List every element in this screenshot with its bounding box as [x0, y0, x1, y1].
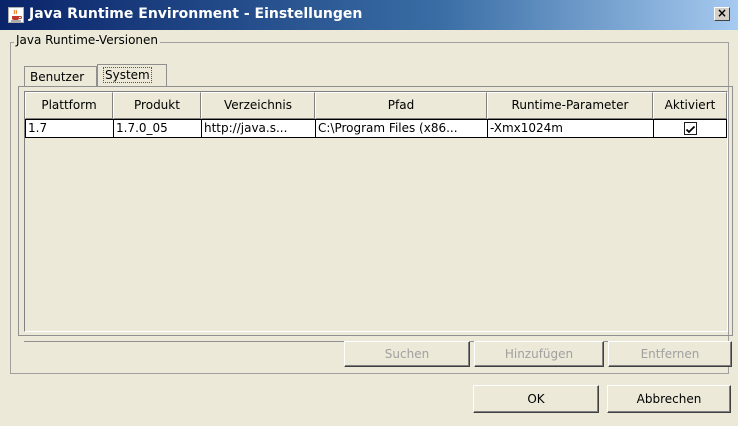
entfernen-button[interactable]: Entfernen [608, 341, 732, 367]
tab-benutzer[interactable]: Benutzer [24, 66, 97, 86]
suchen-button[interactable]: Suchen [344, 341, 470, 367]
cell-runtime-parameter[interactable]: -Xmx1024m [488, 120, 654, 137]
column-header-aktiviert[interactable]: Aktiviert [653, 92, 727, 119]
cell-plattform[interactable]: 1.7 [26, 120, 114, 137]
column-header-pfad[interactable]: Pfad [315, 92, 487, 119]
aktiviert-checkbox[interactable] [684, 122, 697, 135]
table-row[interactable]: 1.7 1.7.0_05 http://java.s... C:\Program… [25, 119, 727, 138]
hinzufuegen-button[interactable]: Hinzufügen [474, 341, 604, 367]
tab-system[interactable]: System [97, 64, 167, 86]
runtime-table[interactable]: Plattform Produkt Verzeichnis Pfad Runti… [24, 91, 728, 332]
close-icon: × [716, 6, 728, 20]
title-bar[interactable]: Java Runtime Environment - Einstellungen… [0, 0, 738, 30]
column-header-verzeichnis[interactable]: Verzeichnis [201, 92, 315, 119]
tab-system-label: System [103, 67, 152, 83]
abbrechen-button[interactable]: Abbrechen [607, 385, 731, 413]
cell-verzeichnis[interactable]: http://java.s... [202, 120, 316, 137]
ok-button[interactable]: OK [473, 385, 599, 413]
cell-pfad[interactable]: C:\Program Files (x86... [316, 120, 488, 137]
column-header-plattform[interactable]: Plattform [25, 92, 113, 119]
close-button[interactable]: × [714, 7, 730, 21]
column-header-produkt[interactable]: Produkt [113, 92, 201, 119]
tab-benutzer-label: Benutzer [30, 70, 85, 84]
java-cup-icon [8, 7, 24, 23]
cell-produkt[interactable]: 1.7.0_05 [114, 120, 202, 137]
cell-aktiviert [654, 120, 726, 137]
column-header-runtime-parameter[interactable]: Runtime-Parameter [487, 92, 653, 119]
group-label: Java Runtime-Versionen [14, 33, 161, 47]
window-title: Java Runtime Environment - Einstellungen [29, 6, 363, 22]
checkmark-icon [685, 125, 696, 134]
